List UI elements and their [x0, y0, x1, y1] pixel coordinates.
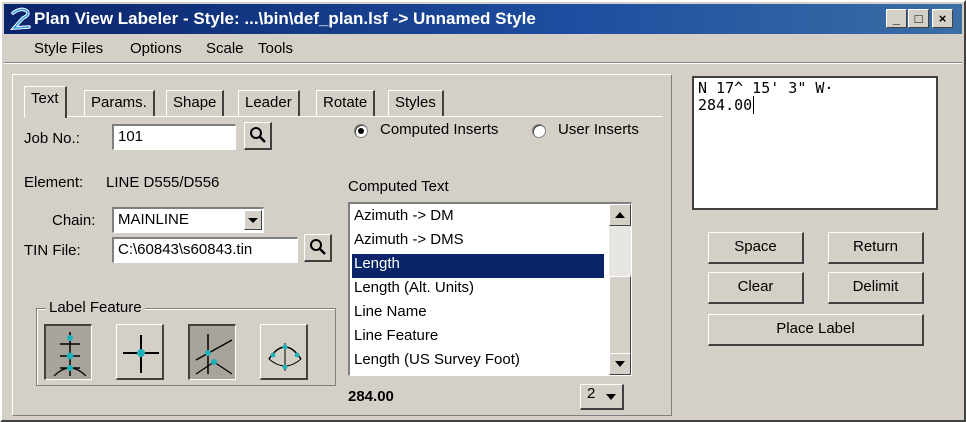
label-feature-button-2[interactable] — [116, 324, 164, 380]
list-item[interactable]: Length (Alt. Units) — [352, 278, 604, 302]
scroll-up-button[interactable] — [609, 204, 631, 226]
tab-styles[interactable]: Styles — [388, 90, 444, 116]
close-icon: × — [938, 11, 947, 26]
job-number-label: Job No.: — [24, 130, 80, 147]
delimit-button[interactable]: Delimit — [828, 272, 924, 304]
scroll-down-button[interactable] — [609, 353, 631, 375]
menu-separator — [4, 62, 962, 64]
user-inserts-label: User Inserts — [558, 121, 639, 138]
close-button[interactable]: × — [932, 9, 953, 28]
menu-tools[interactable]: Tools — [258, 40, 293, 57]
computed-inserts-radio[interactable] — [354, 124, 368, 138]
user-inserts-radio[interactable] — [532, 124, 546, 138]
list-scrollbar[interactable] — [609, 204, 631, 375]
magnifier-icon — [309, 239, 326, 255]
list-item-selected[interactable]: Length — [352, 254, 604, 278]
tin-file-field[interactable]: C:\60843\s60843.tin — [112, 237, 298, 263]
chevron-down-icon — [606, 394, 616, 400]
title-bar[interactable]: Plan View Labeler - Style: ...\bin\def_p… — [4, 4, 962, 34]
list-item[interactable]: Line Name — [352, 302, 604, 326]
tab-params[interactable]: Params. — [84, 90, 155, 116]
minimize-icon: _ — [892, 11, 901, 26]
precision-dropdown[interactable]: 2 — [580, 384, 624, 410]
computed-text-list[interactable]: Azimuth -> DM Azimuth -> DMS Length Leng… — [348, 202, 632, 376]
tab-rotate[interactable]: Rotate — [316, 90, 376, 116]
menu-style-files[interactable]: Style Files — [34, 40, 103, 57]
tin-file-label: TIN File: — [24, 242, 81, 259]
list-item[interactable]: Length (US Survey Foot) — [352, 350, 604, 374]
computed-text-title: Computed Text — [348, 178, 449, 195]
maximize-icon: □ — [914, 11, 923, 26]
label-feature-button-1[interactable] — [44, 324, 92, 380]
chevron-down-icon[interactable] — [244, 210, 262, 230]
label-text-line-2: 284.00 — [698, 96, 753, 114]
curve-points-icon — [268, 343, 302, 371]
chain-selected-value: MAINLINE — [118, 211, 189, 228]
window-title: Plan View Labeler - Style: ...\bin\def_p… — [34, 9, 536, 28]
plan-view-labeler-window: Plan View Labeler - Style: ...\bin\def_p… — [0, 0, 966, 422]
arrow-up-icon — [615, 212, 625, 218]
tin-browse-button[interactable] — [304, 234, 332, 262]
label-feature-title: Label Feature — [46, 299, 145, 316]
space-button[interactable]: Space — [708, 232, 804, 264]
text-cursor: ​ — [753, 96, 755, 114]
label-feature-button-4[interactable] — [260, 324, 308, 380]
place-label-button[interactable]: Place Label — [708, 314, 924, 346]
magnifier-icon — [249, 127, 266, 143]
tab-text[interactable]: Text — [24, 86, 67, 118]
precision-value: 2 — [587, 385, 596, 402]
label-text-line-1: N 17^ 15' 3" W· — [698, 79, 834, 97]
chain-label: Chain: — [52, 212, 96, 229]
intersect-lines-icon — [195, 334, 233, 375]
computed-value: 284.00 — [348, 388, 394, 405]
arrow-down-icon — [615, 361, 625, 367]
maximize-button[interactable]: □ — [908, 9, 929, 28]
clear-button[interactable]: Clear — [708, 272, 804, 304]
list-item[interactable]: Azimuth -> DM — [352, 206, 604, 230]
job-search-button[interactable] — [244, 122, 272, 150]
tab-leader[interactable]: Leader — [238, 90, 300, 116]
list-item[interactable]: Line Feature — [352, 326, 604, 350]
element-value: LINE D555/D556 — [106, 174, 220, 191]
computed-inserts-label: Computed Inserts — [380, 121, 499, 138]
label-feature-button-3[interactable] — [188, 324, 236, 380]
label-text-editor[interactable]: N 17^ 15' 3" W· 284.00​ — [692, 76, 938, 210]
feature-points-icon — [53, 332, 87, 377]
return-button[interactable]: Return — [828, 232, 924, 264]
menu-bar: Style Files Options Scale Tools — [4, 36, 962, 62]
crosshair-point-icon — [123, 335, 159, 373]
tab-shape[interactable]: Shape — [166, 90, 225, 116]
menu-scale[interactable]: Scale — [206, 40, 244, 57]
chain-select[interactable]: MAINLINE — [112, 207, 264, 233]
menu-options[interactable]: Options — [130, 40, 182, 57]
app-logo-icon — [10, 7, 31, 31]
element-label: Element: — [24, 174, 84, 191]
job-number-field[interactable]: 101 — [112, 124, 236, 150]
scroll-thumb[interactable] — [609, 276, 631, 354]
minimize-button[interactable]: _ — [886, 9, 907, 28]
list-item[interactable]: Azimuth -> DMS — [352, 230, 604, 254]
